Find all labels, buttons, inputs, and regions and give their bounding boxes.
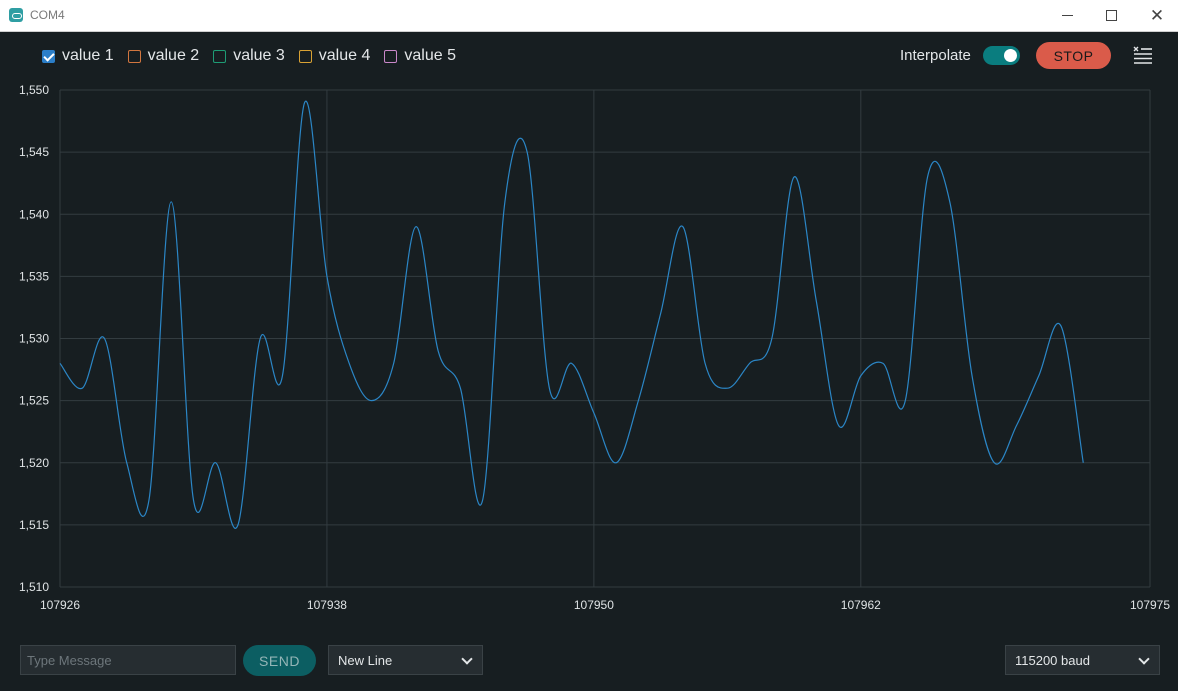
baud-rate-select[interactable]: 115200 baud [1005,645,1160,675]
y-tick-label: 1,510 [19,580,49,594]
message-input[interactable] [20,645,236,675]
line-ending-value: New Line [338,652,393,668]
y-tick-label: 1,550 [19,83,49,97]
send-button[interactable]: SEND [243,645,316,676]
close-button[interactable]: ✕ [1134,0,1178,31]
window-title: COM4 [30,8,65,22]
x-axis: 107926 107938 107950 107962 107975 [40,598,1170,612]
y-tick-label: 1,540 [19,207,49,221]
y-tick-label: 1,545 [19,145,49,159]
legend-label-value-4: value 4 [318,47,371,64]
x-tick-label: 107950 [574,598,614,612]
checkbox-value-1[interactable] [42,49,55,63]
y-tick-label: 1,535 [19,269,49,283]
title-bar: COM4 ✕ [0,0,1178,32]
clear-output-icon[interactable] [1133,45,1153,65]
maximize-icon [1105,10,1117,21]
legend-item-value-2[interactable]: value 2 [127,47,200,65]
legend-label-value-3: value 3 [233,47,285,64]
checkbox-value-3[interactable] [213,49,227,63]
y-tick-label: 1,530 [19,332,49,346]
baud-rate-value: 115200 baud [1015,652,1090,668]
legend-label-value-5: value 5 [404,47,456,64]
legend-item-value-1[interactable]: value 1 [42,47,114,65]
minimize-button[interactable] [1044,0,1090,31]
y-tick-label: 1,515 [19,518,49,532]
chevron-down-icon [1138,653,1150,665]
chevron-down-icon [461,653,473,665]
y-tick-label: 1,525 [19,394,49,408]
legend-item-value-5[interactable]: value 5 [384,47,456,65]
series-line-value-1 [59,100,1084,529]
legend-item-value-4[interactable]: value 4 [298,47,371,65]
line-ending-select[interactable]: New Line [328,645,483,675]
legend-item-value-3[interactable]: value 3 [213,47,285,65]
minimize-icon [1061,15,1073,16]
arduino-icon [9,8,23,22]
maximize-button[interactable] [1088,0,1134,31]
checkbox-value-5[interactable] [384,49,398,63]
checkbox-value-4[interactable] [298,49,312,63]
x-tick-label: 107975 [1130,598,1170,612]
serial-plot: 1,510 1,515 1,520 1,525 1,530 1,535 1,540 1,545… [19,83,1170,612]
interpolate-label: Interpolate [900,47,971,64]
legend-label-value-2: value 2 [147,47,200,64]
plot-grid [59,89,1151,588]
y-axis: 1,510 1,515 1,520 1,525 1,530 1,535 1,540 1,545… [19,83,49,594]
x-tick-label: 107938 [307,598,347,612]
checkbox-value-2[interactable] [127,49,141,63]
x-tick-label: 107926 [40,598,80,612]
interpolate-toggle[interactable] [983,46,1020,65]
legend-label-value-1: value 1 [62,47,114,64]
x-tick-label: 107962 [841,598,881,612]
close-icon: ✕ [1149,6,1165,25]
y-tick-label: 1,520 [19,456,49,470]
stop-button[interactable]: STOP [1036,42,1111,69]
series-legend: value 1 value 2 value 3 value 4 value 5 [42,44,470,68]
